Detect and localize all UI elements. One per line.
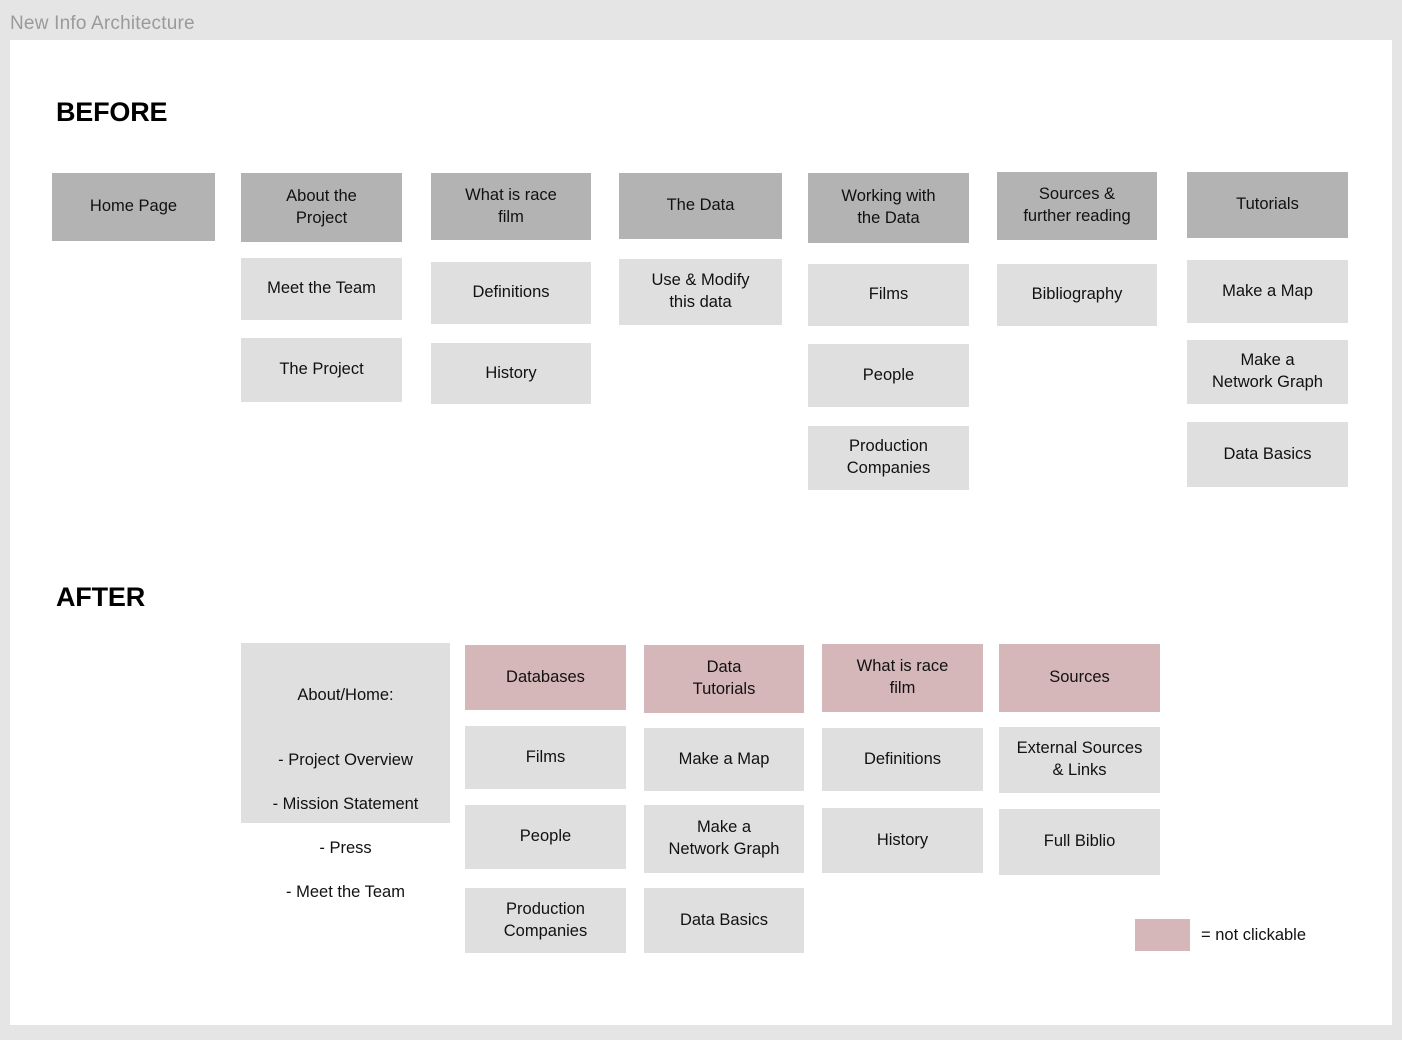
after-node-data-basics[interactable]: Data Basics bbox=[644, 888, 804, 953]
after-node-definitions[interactable]: Definitions bbox=[822, 728, 983, 791]
legend-swatch-not-clickable bbox=[1135, 919, 1190, 951]
before-node-make-a-network-graph[interactable]: Make a Network Graph bbox=[1187, 340, 1348, 404]
before-node-meet-the-team[interactable]: Meet the Team bbox=[241, 258, 402, 320]
after-node-what-is-race-film[interactable]: What is race film bbox=[822, 644, 983, 712]
legend: = not clickable bbox=[1135, 919, 1306, 951]
after-node-sources[interactable]: Sources bbox=[999, 644, 1160, 712]
before-node-history[interactable]: History bbox=[431, 343, 591, 404]
before-node-use-modify-this-data[interactable]: Use & Modify this data bbox=[619, 259, 782, 325]
after-about-home-line: - Project Overview bbox=[278, 750, 413, 769]
before-node-home-page[interactable]: Home Page bbox=[52, 173, 215, 241]
after-node-external-sources-links[interactable]: External Sources & Links bbox=[999, 727, 1160, 793]
before-node-definitions[interactable]: Definitions bbox=[431, 262, 591, 324]
before-node-sources-further-reading[interactable]: Sources & further reading bbox=[997, 172, 1157, 240]
before-node-the-project[interactable]: The Project bbox=[241, 338, 402, 402]
after-heading: AFTER bbox=[56, 582, 145, 612]
after-node-people[interactable]: People bbox=[465, 805, 626, 869]
after-about-home-line: - Meet the Team bbox=[286, 883, 405, 902]
diagram-root: New Info Architecture BEFORE Home Page A… bbox=[0, 0, 1402, 1040]
before-node-about-the-project[interactable]: About the Project bbox=[241, 173, 402, 242]
before-node-working-with-the-data[interactable]: Working with the Data bbox=[808, 173, 969, 243]
before-node-tutorials[interactable]: Tutorials bbox=[1187, 172, 1348, 238]
before-node-films[interactable]: Films bbox=[808, 264, 969, 326]
before-node-bibliography[interactable]: Bibliography bbox=[997, 264, 1157, 326]
before-node-the-data[interactable]: The Data bbox=[619, 173, 782, 239]
after-node-history[interactable]: History bbox=[822, 808, 983, 873]
after-node-data-tutorials[interactable]: Data Tutorials bbox=[644, 645, 804, 713]
board-title: New Info Architecture bbox=[10, 13, 195, 34]
before-node-what-is-race-film[interactable]: What is race film bbox=[431, 173, 591, 240]
after-node-films[interactable]: Films bbox=[465, 726, 626, 789]
after-node-databases[interactable]: Databases bbox=[465, 645, 626, 710]
after-about-home-title: About/Home: bbox=[297, 685, 394, 704]
diagram-canvas: BEFORE Home Page About the Project Meet … bbox=[10, 40, 1392, 1025]
after-node-make-a-network-graph[interactable]: Make a Network Graph bbox=[644, 805, 804, 873]
before-heading: BEFORE bbox=[56, 97, 168, 127]
before-node-people[interactable]: People bbox=[808, 344, 969, 407]
before-node-make-a-map[interactable]: Make a Map bbox=[1187, 260, 1348, 323]
before-node-production-companies[interactable]: Production Companies bbox=[808, 426, 969, 490]
after-node-production-companies[interactable]: Production Companies bbox=[465, 888, 626, 953]
before-node-data-basics[interactable]: Data Basics bbox=[1187, 422, 1348, 487]
after-node-about-home[interactable]: About/Home: - Project Overview - Mission… bbox=[241, 643, 450, 901]
after-about-home-line: - Mission Statement bbox=[272, 795, 419, 814]
after-about-home-line: - Press bbox=[319, 839, 372, 858]
after-node-make-a-map[interactable]: Make a Map bbox=[644, 728, 804, 791]
after-node-full-biblio[interactable]: Full Biblio bbox=[999, 809, 1160, 875]
legend-label-not-clickable: = not clickable bbox=[1201, 925, 1307, 944]
